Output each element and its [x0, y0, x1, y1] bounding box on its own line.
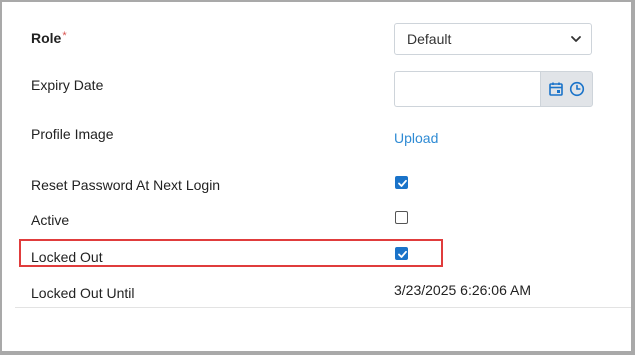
clock-icon[interactable] — [568, 80, 586, 98]
locked-out-label: Locked Out — [31, 249, 103, 265]
divider — [15, 307, 631, 308]
role-select-value: Default — [407, 31, 452, 47]
reset-password-label: Reset Password At Next Login — [31, 177, 221, 193]
reset-password-checkbox[interactable] — [395, 176, 408, 189]
required-marker: * — [62, 30, 67, 42]
active-checkbox[interactable] — [395, 211, 408, 224]
role-select[interactable]: Default — [394, 23, 592, 55]
calendar-icon[interactable] — [547, 80, 565, 98]
profile-image-label: Profile Image — [31, 126, 114, 142]
locked-out-checkbox[interactable] — [395, 247, 408, 260]
active-label: Active — [31, 212, 70, 228]
expiry-date-label: Expiry Date — [31, 77, 104, 93]
locked-out-until-label: Locked Out Until — [31, 285, 135, 301]
date-picker-buttons — [540, 71, 593, 107]
role-label: Role* — [31, 30, 67, 46]
chevron-down-icon — [569, 32, 583, 46]
upload-link[interactable]: Upload — [394, 130, 438, 146]
role-label-text: Role — [31, 30, 62, 46]
user-form-panel: Role* Default Expiry Date Profile Image … — [2, 2, 631, 351]
expiry-date-input[interactable] — [394, 71, 541, 107]
locked-out-until-value: 3/23/2025 6:26:06 AM — [394, 282, 531, 298]
